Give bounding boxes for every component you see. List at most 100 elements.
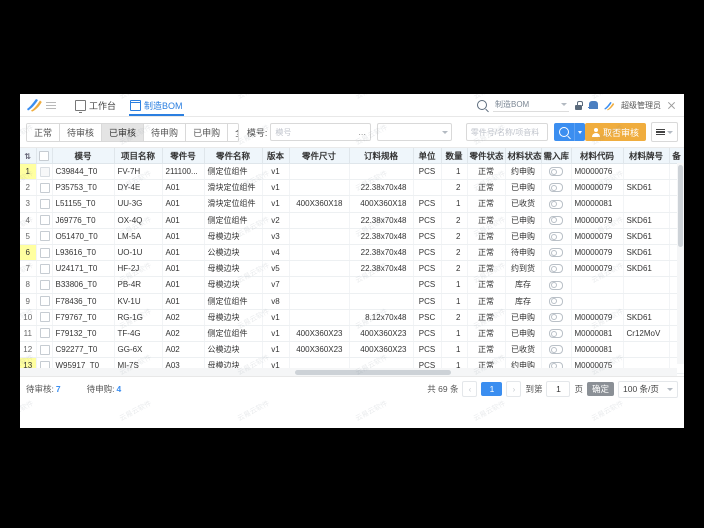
vertical-scrollbar[interactable] (677, 163, 684, 364)
secondary-select[interactable] (377, 123, 452, 141)
need-stock-toggle[interactable] (549, 297, 563, 306)
select-all-header[interactable] (36, 148, 52, 164)
table-row[interactable]: 9F78436_T0KV-1UA01侧定位组件v8PCS1正常库存 (20, 293, 684, 309)
bom-table: ⇅ 模号 项目名称 零件号 零件名称 版本 零件尺寸 订料规格 单位 数量 零件… (20, 148, 684, 376)
table-row[interactable]: 7U24171_T0HF-2JA01母模边块v522.38x70x48PCS2正… (20, 261, 684, 277)
cell-need-stock (541, 244, 571, 260)
col-need-stock[interactable]: 需入库 (541, 148, 571, 164)
need-stock-toggle[interactable] (549, 264, 563, 273)
row-checkbox[interactable] (40, 248, 50, 258)
brand-logo-icon[interactable] (24, 97, 44, 113)
col-quantity[interactable]: 数量 (441, 148, 467, 164)
col-part-size[interactable]: 零件尺寸 (289, 148, 349, 164)
filter-tab-all[interactable]: 全部 (228, 124, 239, 141)
page-number-1[interactable]: 1 (481, 382, 502, 396)
search-button[interactable] (554, 123, 574, 141)
row-checkbox[interactable] (40, 199, 50, 209)
table-row[interactable]: 2P35753_T0DY-4EA01滑块定位组件v122.38x70x482正常… (20, 180, 684, 196)
need-stock-toggle[interactable] (549, 281, 563, 290)
row-checkbox[interactable] (40, 328, 50, 338)
table-row[interactable]: 4J69776_T0OX-4QA01侧定位组件v222.38x70x48PCS2… (20, 212, 684, 228)
page-size-select[interactable]: 100 条/页 (618, 381, 678, 398)
cell-project-name: UU-3G (114, 196, 162, 212)
row-checkbox[interactable] (40, 215, 50, 225)
cell-material-brand: SKD61 (623, 212, 669, 228)
hamburger-icon[interactable] (46, 98, 60, 112)
cell-part-name: 母模边块 (204, 261, 262, 277)
lock-icon[interactable] (575, 101, 582, 110)
col-unit[interactable]: 单位 (413, 148, 441, 164)
col-material-status[interactable]: 材料状态 (505, 148, 541, 164)
row-checkbox[interactable] (40, 183, 50, 193)
mold-code-input[interactable]: 模号 ... (270, 123, 370, 141)
need-stock-toggle[interactable] (549, 248, 563, 257)
row-checkbox[interactable] (40, 264, 50, 274)
col-version[interactable]: 版本 (262, 148, 289, 164)
select-all-checkbox[interactable] (39, 151, 49, 161)
col-material-code[interactable]: 材料代码 (571, 148, 623, 164)
col-order-spec[interactable]: 订料规格 (349, 148, 413, 164)
table-row[interactable]: 6L93616_T0UO-1UA01公模边块v422.38x70x48PCS2正… (20, 244, 684, 260)
row-checkbox[interactable] (40, 296, 50, 306)
module-select[interactable]: 制造BOM (493, 98, 569, 112)
horizontal-scrollbar-thumb[interactable] (295, 370, 451, 375)
col-project-name[interactable]: 项目名称 (114, 148, 162, 164)
table-row[interactable]: 12C92277_T0GG-6XA02公模边块v1400X360X23400X3… (20, 342, 684, 358)
cell-part-name: 侧定位组件 (204, 164, 262, 180)
initiate-review-button[interactable]: 取否审核 (585, 123, 646, 141)
goto-page-input[interactable]: 1 (546, 381, 570, 397)
column-menu-button[interactable] (651, 122, 678, 142)
col-remark[interactable]: 备 (669, 148, 684, 164)
avatar-icon[interactable] (603, 99, 615, 111)
nav-tab-workbench[interactable]: 工作台 (68, 94, 123, 116)
expand-icon[interactable] (667, 101, 676, 110)
col-material-brand[interactable]: 材料牌号 (623, 148, 669, 164)
bell-icon[interactable] (588, 100, 597, 110)
need-stock-toggle[interactable] (549, 313, 563, 322)
horizontal-scrollbar[interactable] (20, 368, 677, 376)
table-row[interactable]: 8B33806_T0PB-4RA01母模边块v7PCS1正常库存 (20, 277, 684, 293)
cell-part-size (289, 244, 349, 260)
cell-order-spec: 400X360X18 (349, 196, 413, 212)
filter-tab-purchased[interactable]: 已申购 (186, 124, 228, 141)
nav-tab-manufacturing-bom[interactable]: 制造BOM (123, 94, 190, 116)
row-checkbox[interactable] (40, 231, 50, 241)
col-part-no[interactable]: 零件号 (162, 148, 204, 164)
filter-tab-pending-review[interactable]: 待审核 (60, 124, 102, 141)
vertical-scrollbar-thumb[interactable] (678, 165, 683, 247)
table-row[interactable]: 3L51155_T0UU-3GA01滑块定位组件v1400X360X18400X… (20, 196, 684, 212)
col-mold-code[interactable]: 模号 (52, 148, 114, 164)
table-row[interactable]: 10F79767_T0RG-1GA02母模边块v18.12x70x48PSC2正… (20, 309, 684, 325)
table-row[interactable]: 5O51470_T0LM-5AA01母模边块v322.38x70x48PCS2正… (20, 228, 684, 244)
need-stock-toggle[interactable] (549, 232, 563, 241)
filter-tab-normal[interactable]: 正常 (27, 124, 60, 141)
col-part-name[interactable]: 零件名称 (204, 148, 262, 164)
col-part-status[interactable]: 零件状态 (467, 148, 505, 164)
search-icon[interactable] (477, 100, 487, 110)
table-row[interactable]: 11F79132_T0TF-4GA02侧定位组件v1400X360X23400X… (20, 325, 684, 341)
search-options-button[interactable] (574, 123, 585, 141)
goto-confirm-button[interactable]: 确定 (587, 382, 614, 396)
cell-quantity: 1 (441, 196, 467, 212)
row-checkbox[interactable] (40, 345, 50, 355)
cell-version: v5 (262, 261, 289, 277)
row-checkbox[interactable] (40, 167, 50, 177)
next-page-button[interactable]: › (506, 381, 521, 397)
row-checkbox[interactable] (40, 312, 50, 322)
table-row[interactable]: 1C39844_T0FV-7H211100...侧定位组件v1PCS1正常约申购… (20, 164, 684, 180)
need-stock-toggle[interactable] (549, 167, 563, 176)
search-input[interactable]: 零件号/名称/项音料 (466, 123, 548, 141)
cell-material-code: M0000076 (571, 164, 623, 180)
prev-page-button[interactable]: ‹ (462, 381, 477, 397)
row-checkbox[interactable] (40, 280, 50, 290)
need-stock-toggle[interactable] (549, 345, 563, 354)
sort-column-header[interactable]: ⇅ (20, 148, 36, 164)
need-stock-toggle[interactable] (549, 329, 563, 338)
filter-tab-reviewed[interactable]: 已审核 (102, 124, 144, 141)
filter-tab-pending-purchase[interactable]: 待申购 (144, 124, 186, 141)
need-stock-toggle[interactable] (549, 183, 563, 192)
cell-material-status: 已收货 (505, 196, 541, 212)
mold-code-more-icon[interactable]: ... (358, 127, 366, 137)
need-stock-toggle[interactable] (549, 216, 563, 225)
need-stock-toggle[interactable] (549, 200, 563, 209)
